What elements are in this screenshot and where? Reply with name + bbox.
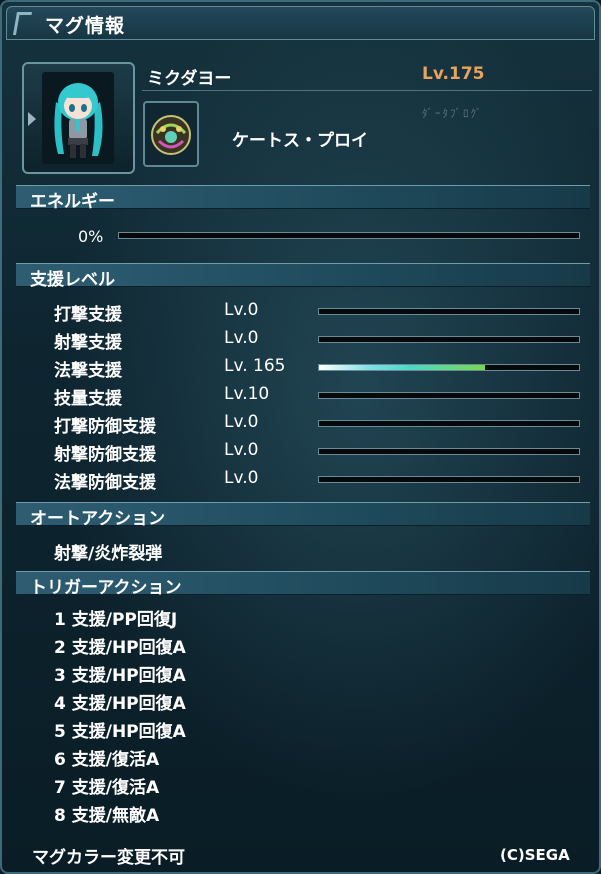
support-bar [318,392,580,399]
support-row: 射撃防御支援 Lv.0 [54,438,594,465]
mag-info-window: マグ情報 ミクダヨー Lv.175 ﾀﾞｰﾀﾌﾞﾛｸﾞ ケートス・プロイ エネル… [0,0,601,874]
support-name: 法撃防御支援 [54,473,156,493]
copyright: (C)SEGA [500,846,570,864]
support-level: Lv.0 [224,412,259,432]
mag-form-name: ケートス・プロイ [232,131,368,151]
support-row: 技量支援 Lv.10 [54,382,594,409]
support-level: Lv.0 [224,440,259,460]
support-bar [318,448,580,455]
title-bar: マグ情報 [6,6,595,40]
support-name: 打撃防御支援 [54,417,156,437]
trigger-action-item: 3 支援/HP回復A [54,666,186,686]
support-row: 打撃防御支援 Lv.0 [54,410,594,437]
color-change-note: マグカラー変更不可 [32,848,185,868]
window-title: マグ情報 [45,15,126,37]
support-row: 射撃支援 Lv.0 [54,326,594,353]
auto-action-item: 射撃/炎炸裂弾 [54,544,163,564]
section-trigger-action: トリガーアクション [16,571,590,598]
trigger-action-item: 8 支援/無敵A [54,806,160,826]
support-name: 射撃防御支援 [54,445,156,465]
miku-figure-icon [54,83,103,158]
energy-bar [118,232,580,239]
support-bar-fill [319,365,486,370]
section-support: 支援レベル [16,263,590,290]
support-bar [318,336,580,343]
support-name: 打撃支援 [54,305,122,325]
support-bar [318,476,580,483]
trigger-action-item: 7 支援/復活A [54,778,160,798]
support-level: Lv. 165 [224,356,286,376]
support-level: Lv.0 [224,468,259,488]
support-row: 打撃支援 Lv.0 [54,298,594,325]
section-support-label: 支援レベル [30,270,115,290]
trigger-action-item: 1 支援/PP回復J [54,610,178,630]
trigger-action-item: 4 支援/HP回復A [54,694,186,714]
section-energy-label: エネルギー [30,192,115,212]
support-name: 技量支援 [54,389,122,409]
mag-form-icon [151,115,191,155]
section-auto-action-label: オートアクション [30,509,166,529]
support-bar [318,420,580,427]
trigger-action-item: 2 支援/HP回復A [54,638,186,658]
watermark: ﾀﾞｰﾀﾌﾞﾛｸﾞ [422,107,484,120]
mag-portrait-frame[interactable] [22,62,135,174]
support-row: 法撃防御支援 Lv.0 [54,466,594,493]
support-level: Lv.0 [224,328,259,348]
arrow-right-icon[interactable] [28,112,36,126]
trigger-action-item: 6 支援/復活A [54,750,160,770]
mag-name: ミクダヨー [147,69,232,89]
energy-percent: 0% [78,227,104,246]
support-name: 法撃支援 [54,361,122,381]
mag-form-frame [143,101,199,167]
section-energy: エネルギー [16,185,590,212]
trigger-action-item: 5 支援/HP回復A [54,722,186,742]
support-level: Lv.10 [224,384,270,404]
support-bar [318,364,580,371]
support-name: 射撃支援 [54,333,122,353]
support-row: 法撃支援 Lv. 165 [54,354,594,381]
mag-level: Lv.175 [422,64,485,84]
support-level: Lv.0 [224,300,259,320]
section-auto-action: オートアクション [16,502,590,529]
title-notch-icon [12,12,33,35]
divider [142,90,592,91]
support-bar [318,308,580,315]
mag-portrait [42,72,114,164]
section-trigger-action-label: トリガーアクション [30,578,182,598]
